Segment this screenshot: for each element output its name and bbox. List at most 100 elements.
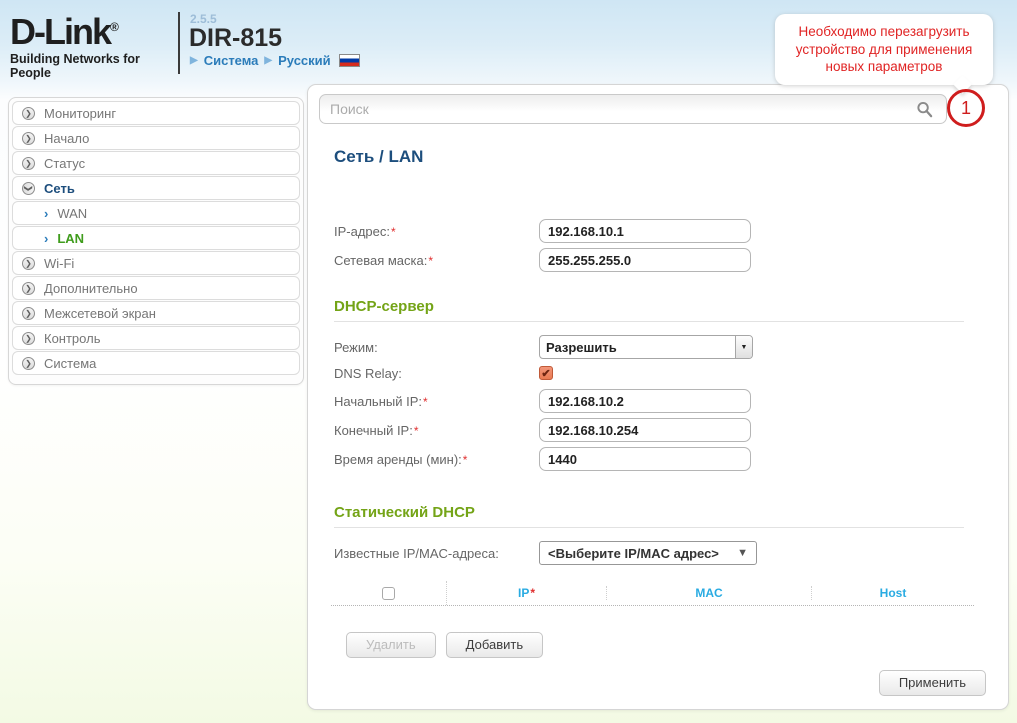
logo-tagline: Building Networks for People	[10, 52, 140, 80]
sidebar-item-wan[interactable]: › WAN	[12, 201, 300, 225]
add-button[interactable]: Добавить	[445, 632, 544, 658]
select-all-cell	[331, 581, 447, 605]
static-dhcp-table-header: IP* MAC Host	[331, 581, 974, 605]
dhcp-end-ip-label: Конечный IP:*	[334, 422, 419, 438]
dhcp-mode-row: Режим: Разрешить ▼	[334, 335, 1008, 359]
sidebar-item-advanced[interactable]: ❯ Дополнительно	[12, 276, 300, 300]
chevron-circle-icon: ❯	[22, 131, 35, 145]
known-addresses-selected-value: <Выберите IP/MAC адрес>	[548, 545, 719, 561]
dropdown-arrow-icon: ▼	[737, 547, 748, 559]
chevron-circle-icon: ❯	[22, 106, 35, 120]
chevron-circle-icon: ❯	[22, 306, 35, 320]
sidebar-item-network[interactable]: ❯ Сеть	[12, 176, 300, 200]
sidebar-item-label: Контроль	[44, 330, 101, 346]
dropdown-arrow-icon[interactable]: ▼	[735, 336, 752, 358]
content-panel: Сеть / LAN IP-адрес:* Сетевая маска:* DH…	[307, 84, 1009, 710]
sidebar-item-label: Wi-Fi	[44, 255, 75, 271]
known-addresses-row: Известные IP/MAC-адреса: <Выберите IP/MA…	[334, 541, 1008, 565]
sidebar-item-label: LAN	[57, 230, 85, 246]
dhcp-start-ip-label: Начальный IP:*	[334, 393, 428, 409]
chevron-right-icon: ›	[44, 205, 49, 221]
dhcp-end-ip-field[interactable]	[539, 418, 751, 442]
table-actions: Удалить Добавить	[346, 632, 1008, 658]
required-mark: *	[391, 224, 396, 239]
russia-flag-icon[interactable]	[338, 54, 360, 67]
dhcp-server-heading: DHCP-сервер	[334, 298, 964, 322]
sidebar-item-label: Начало	[44, 130, 90, 146]
static-dhcp-table: IP* MAC Host	[331, 581, 974, 606]
dlink-logo: D-Link® Building Networks for People	[10, 8, 170, 81]
search-input[interactable]	[319, 94, 947, 124]
ip-address-row: IP-адрес:*	[334, 219, 1008, 243]
notification-text: Необходимо перезагрузить устройство для …	[795, 24, 973, 75]
sidebar-item-status[interactable]: ❯ Статус	[12, 151, 300, 175]
sidebar-item-lan[interactable]: › LAN	[12, 226, 300, 250]
select-all-checkbox[interactable]	[382, 586, 395, 600]
dhcp-start-ip-field[interactable]	[539, 389, 751, 413]
known-addresses-dropdown[interactable]: <Выберите IP/MAC адрес> ▼	[539, 541, 757, 565]
ip-address-field[interactable]	[539, 219, 751, 243]
dhcp-lease-field[interactable]	[539, 447, 751, 471]
sidebar-item-label: Статус	[44, 155, 86, 171]
dhcp-lease-row: Время аренды (мин):*	[334, 447, 1008, 471]
dhcp-mode-selected-value: Разрешить	[546, 340, 617, 355]
required-mark: *	[413, 423, 419, 438]
netmask-row: Сетевая маска:*	[334, 248, 1008, 272]
lan-settings-form: IP-адрес:* Сетевая маска:*	[308, 219, 1008, 272]
breadcrumb-language-link[interactable]: Русский	[278, 53, 331, 68]
column-header-mac: MAC	[607, 586, 812, 600]
breadcrumb-arrow-icon: ▶	[190, 55, 198, 66]
apply-button[interactable]: Применить	[878, 670, 986, 696]
dhcp-end-ip-row: Конечный IP:*	[334, 418, 1008, 442]
column-header-host: Host	[879, 586, 907, 600]
apply-row: Применить	[878, 670, 986, 696]
logo-wordmark: D-Link®	[10, 11, 119, 52]
sidebar-item-label: Сеть	[44, 180, 75, 196]
dns-relay-label: DNS Relay:	[334, 365, 402, 381]
registered-mark: ®	[110, 20, 119, 34]
known-addresses-label: Известные IP/MAC-адреса:	[334, 545, 499, 561]
sidebar-menu: ❯ Мониторинг ❯ Начало ❯ Статус ❯ Сеть › …	[8, 97, 304, 385]
page-title: Сеть / LAN	[334, 147, 424, 166]
required-mark: *	[530, 586, 535, 600]
column-header-ip: IP*	[447, 586, 607, 600]
ip-address-label: IP-адрес:*	[334, 223, 396, 239]
dhcp-lease-label: Время аренды (мин):*	[334, 451, 468, 467]
sidebar-item-monitoring[interactable]: ❯ Мониторинг	[12, 101, 300, 125]
dhcp-start-ip-row: Начальный IP:*	[334, 389, 1008, 413]
netmask-label: Сетевая маска:*	[334, 252, 434, 268]
chevron-circle-icon: ❯	[22, 256, 35, 270]
breadcrumb-arrow-icon: ▶	[264, 55, 273, 66]
chevron-circle-icon: ❯	[22, 281, 35, 295]
dhcp-mode-select[interactable]: Разрешить ▼	[539, 335, 753, 359]
breadcrumb-system-link[interactable]: Система	[204, 53, 259, 68]
netmask-field[interactable]	[539, 248, 751, 272]
header-divider	[178, 12, 180, 74]
router-admin-page: D-Link® Building Networks for People 2.5…	[0, 0, 1017, 723]
chevron-circle-icon: ❯	[22, 156, 35, 170]
sidebar-item-label: Межсетевой экран	[44, 305, 156, 321]
search-icon[interactable]	[916, 101, 933, 118]
sidebar-item-control[interactable]: ❯ Контроль	[12, 326, 300, 350]
delete-button[interactable]: Удалить	[346, 632, 436, 658]
notification-count-badge[interactable]: 1	[947, 89, 985, 127]
sidebar-item-wifi[interactable]: ❯ Wi-Fi	[12, 251, 300, 275]
chevron-right-icon: ›	[44, 230, 49, 246]
dns-relay-checkbox[interactable]: ✔	[539, 366, 553, 380]
chevron-circle-icon: ❯	[22, 356, 35, 370]
sidebar-item-start[interactable]: ❯ Начало	[12, 126, 300, 150]
required-mark: *	[428, 253, 434, 268]
device-model: DIR-815	[189, 24, 283, 52]
chevron-circle-icon: ❯	[22, 331, 35, 345]
sidebar-item-label: Система	[44, 355, 97, 371]
reboot-notification: Необходимо перезагрузить устройство для …	[775, 14, 993, 94]
breadcrumb: ▶ Система ▶ Русский	[190, 53, 360, 68]
sidebar-item-firewall[interactable]: ❯ Межсетевой экран	[12, 301, 300, 325]
required-mark: *	[423, 394, 428, 409]
search-bar	[319, 94, 997, 124]
chevron-circle-down-icon: ❯	[22, 181, 35, 195]
sidebar-item-system[interactable]: ❯ Система	[12, 351, 300, 375]
sidebar-item-label: Мониторинг	[44, 105, 117, 121]
required-mark: *	[462, 452, 468, 467]
dhcp-mode-label: Режим:	[334, 339, 378, 355]
